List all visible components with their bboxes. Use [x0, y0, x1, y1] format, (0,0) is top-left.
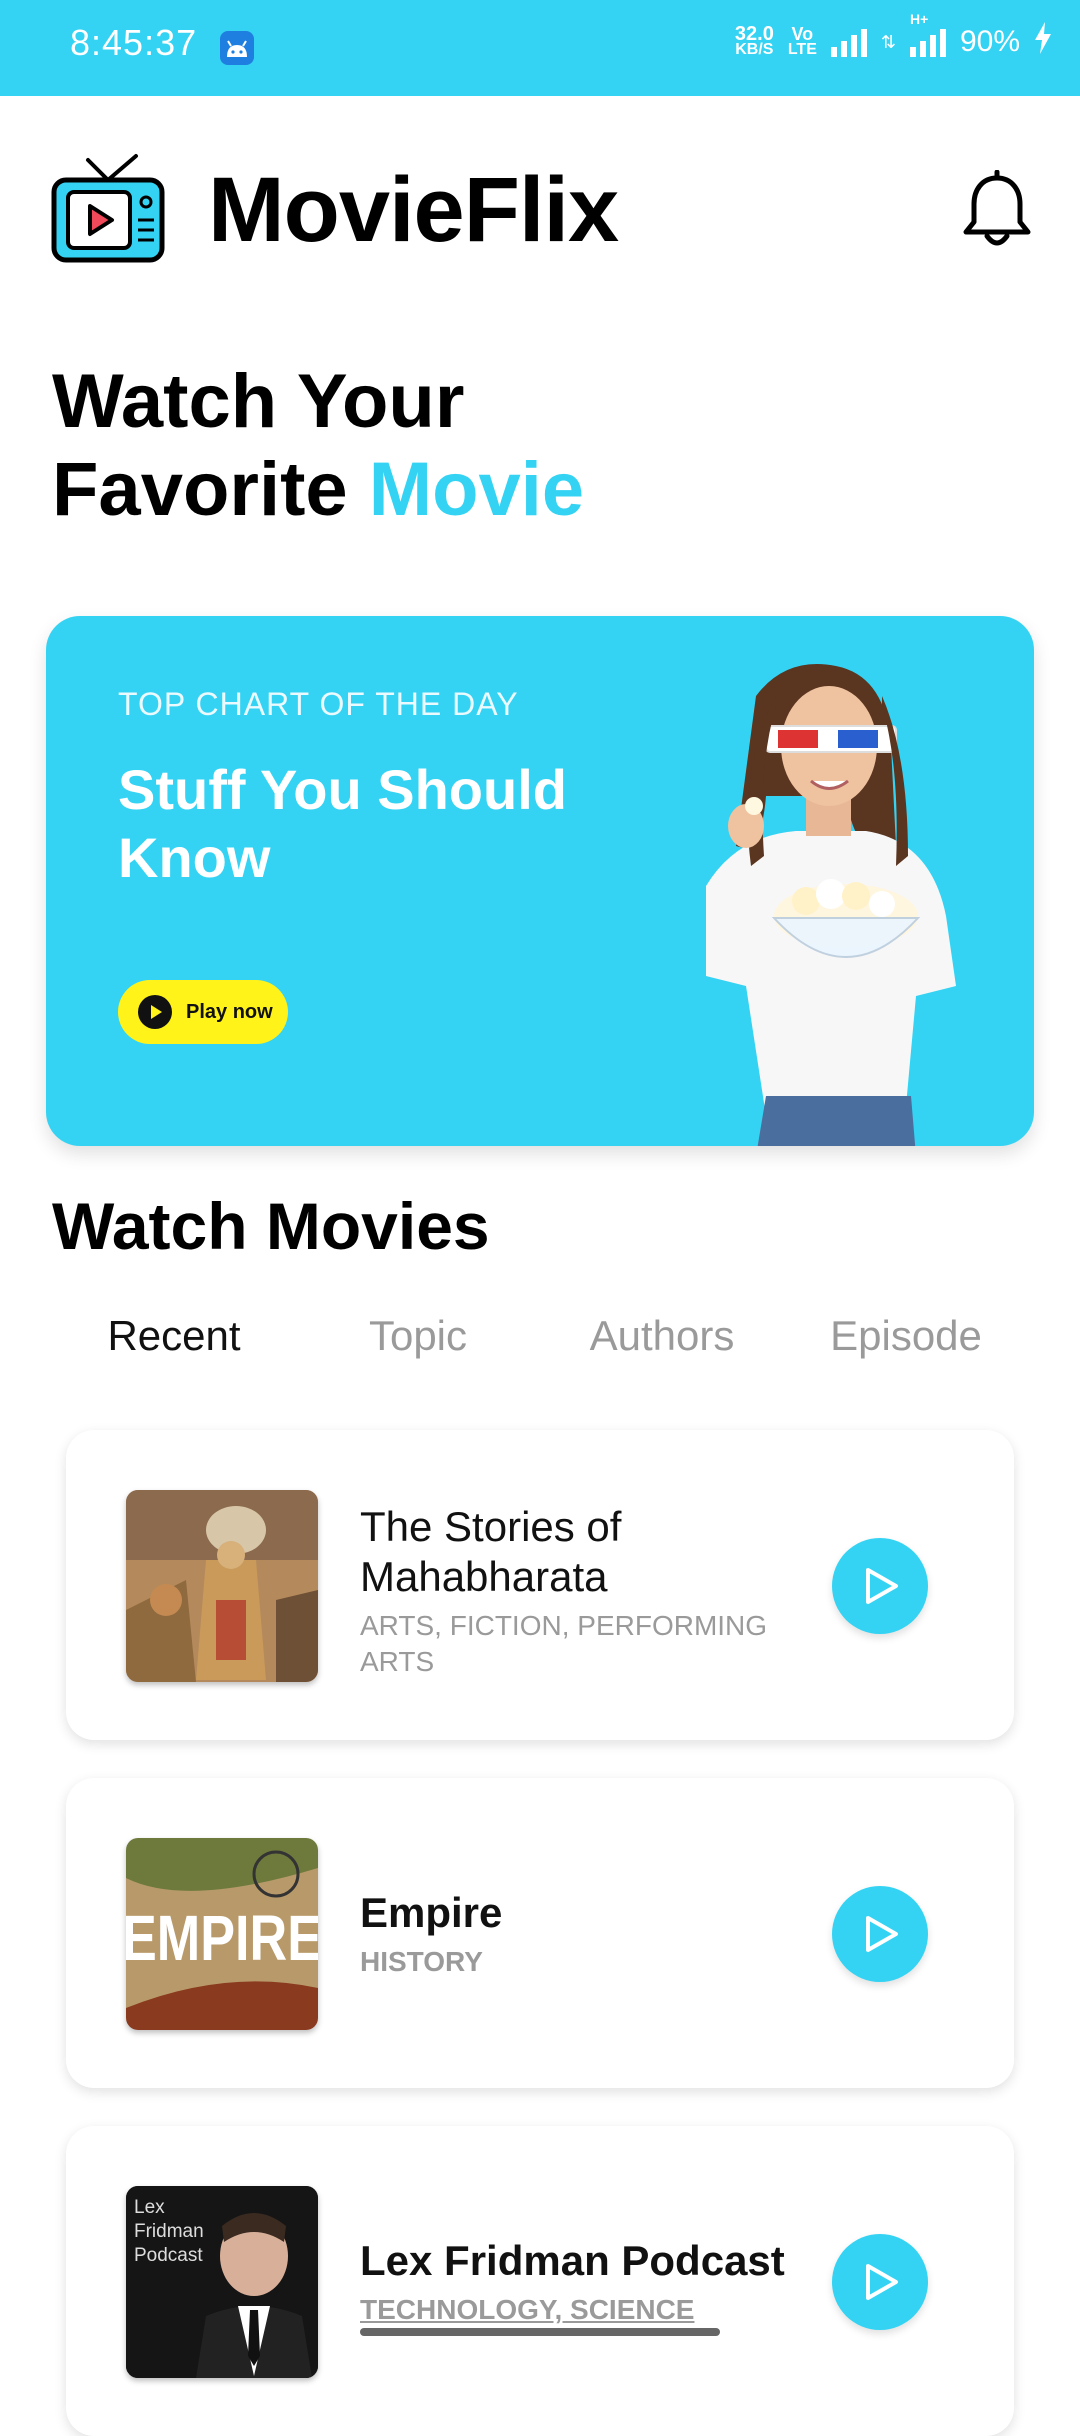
item-tags: ARTS, FICTION, PERFORMING ARTS	[360, 1610, 768, 1677]
item-thumbnail: EMPIRE	[126, 1838, 318, 2030]
play-now-button[interactable]: Play now	[118, 980, 288, 1044]
battery-percent: 90%	[959, 25, 1020, 58]
status-indicators: 32.0 KB/S Vo LTE ⇅ H+ 90%	[734, 11, 1052, 62]
item-thumbnail: Lex Fridman Podcast	[126, 2186, 318, 2378]
hero-banner[interactable]: TOP CHART OF THE DAY Stuff You Should Kn…	[46, 616, 1034, 1146]
list-item[interactable]: EMPIRE Empire HISTORY	[66, 1778, 1014, 2088]
item-title: Empire	[360, 1889, 503, 1936]
thumbnail-text: Lex Fridman Podcast	[134, 2197, 204, 2266]
list-item[interactable]: Lex Fridman Podcast Lex Fridman Podcast …	[66, 2126, 1014, 2436]
android-notification-icon	[220, 31, 254, 65]
play-circle-icon	[138, 995, 172, 1029]
status-bar: 8:45:37 32.0 KB/S Vo LTE ⇅ H+ 90%	[0, 0, 1080, 96]
signal-h-plus-icon: H+	[909, 11, 946, 57]
status-time: 8:45:37	[70, 22, 198, 63]
item-tags: HISTORY	[360, 1946, 483, 1977]
play-button[interactable]	[832, 1886, 928, 1982]
tab-episode[interactable]: Episode	[784, 1312, 1028, 1372]
item-tags: TECHNOLOGY, SCIENCE	[360, 2294, 695, 2325]
page-headline: Watch Your Favorite Movie	[52, 359, 585, 532]
item-thumbnail	[126, 1490, 318, 1682]
category-tabs: Recent Topic Authors Episode	[52, 1312, 1028, 1372]
data-arrows-icon: ⇅	[880, 32, 896, 52]
headline-accent: Movie	[368, 447, 585, 532]
hero-eyebrow: TOP CHART OF THE DAY	[118, 686, 519, 722]
tab-topic[interactable]: Topic	[296, 1312, 540, 1372]
list-item[interactable]: The Stories of Mahabharata ARTS, FICTION…	[66, 1430, 1014, 1740]
item-title: Lex Fridman Podcast	[360, 2237, 785, 2284]
play-button[interactable]	[832, 1538, 928, 1634]
scroll-indicator	[360, 2328, 720, 2336]
item-title: The Stories of Mahabharata	[360, 1503, 622, 1600]
play-button[interactable]	[832, 2234, 928, 2330]
tab-authors[interactable]: Authors	[540, 1312, 784, 1372]
network-speed: 32.0 KB/S	[734, 23, 774, 58]
bell-icon[interactable]	[962, 169, 1032, 255]
hero-person-image	[646, 656, 1006, 1146]
signal-icon	[830, 27, 867, 57]
app-title: MovieFlix	[208, 159, 619, 261]
tv-play-icon	[50, 150, 166, 271]
volte-indicator: Vo LTE	[787, 24, 817, 58]
section-title: Watch Movies	[52, 1189, 490, 1263]
tab-recent[interactable]: Recent	[52, 1312, 296, 1372]
hero-title: Stuff You Should Know	[118, 758, 567, 889]
thumbnail-text: EMPIRE	[126, 1902, 318, 1974]
charging-icon	[1034, 22, 1052, 62]
